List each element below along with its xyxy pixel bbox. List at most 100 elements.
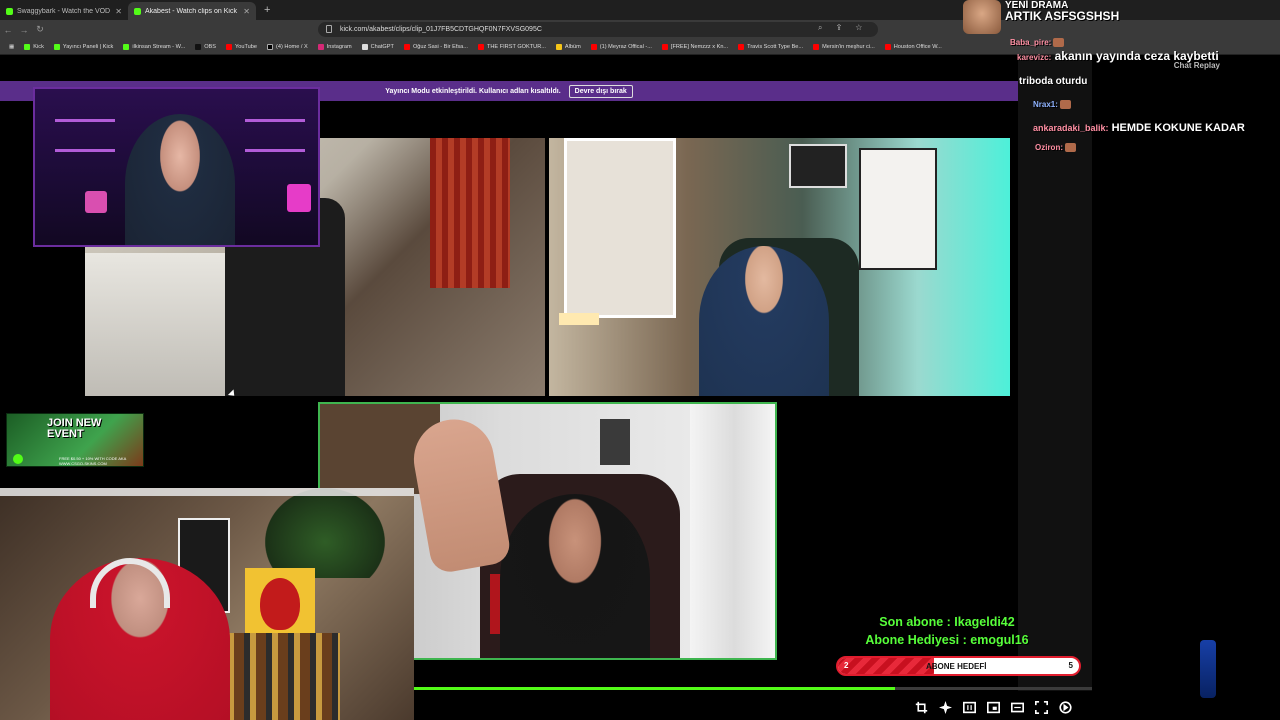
chat-message: Baba_pire: bbox=[1010, 38, 1065, 48]
chat-message: Oziron: bbox=[1035, 143, 1076, 153]
fullscreen-icon[interactable] bbox=[1032, 698, 1050, 716]
bookmark[interactable]: Mersin'in meşhur ci... bbox=[808, 43, 880, 50]
bookmark[interactable]: [FREE] Nemzzz x Kn... bbox=[657, 43, 733, 50]
bookmark-favicon-icon bbox=[361, 43, 368, 50]
poster-scene bbox=[600, 419, 630, 465]
curtain-scene bbox=[690, 404, 775, 658]
bookmark[interactable]: Oğuz Sasi - Bir Efsa... bbox=[399, 43, 473, 50]
site-info-icon[interactable] bbox=[326, 25, 332, 33]
crop-icon[interactable] bbox=[912, 698, 930, 716]
chat-message: ankaradaki_balik: HEMDE KOKUNE KADAR bbox=[1033, 122, 1245, 134]
bookmark-favicon-icon bbox=[53, 43, 60, 50]
bookmark-favicon-icon bbox=[195, 43, 202, 50]
bookmark[interactable]: Kick bbox=[19, 43, 49, 50]
streamer-webcam bbox=[0, 488, 414, 720]
chat-message: triboda oturdu bbox=[1019, 76, 1088, 87]
url-field[interactable]: kick.com/akabest/clips/clip_01J7FB5CDTGH… bbox=[318, 22, 878, 37]
sparkle-icon[interactable] bbox=[936, 698, 954, 716]
reload-icon[interactable]: ↻ bbox=[32, 24, 48, 35]
mini-player-icon[interactable] bbox=[1008, 698, 1026, 716]
bookmark[interactable]: YouTube bbox=[221, 43, 262, 50]
torn-edge-frame bbox=[0, 488, 414, 496]
bookmark-favicon-icon bbox=[661, 43, 668, 50]
host-webcam bbox=[33, 87, 320, 247]
bookmark-favicon-icon bbox=[123, 43, 130, 50]
bookmark-favicon-icon bbox=[24, 43, 31, 50]
plant-scene bbox=[265, 488, 385, 578]
raised-hand-figure bbox=[407, 413, 513, 575]
settings-icon[interactable] bbox=[1056, 698, 1074, 716]
theater-icon[interactable] bbox=[960, 698, 978, 716]
gift-sub-text: Abone Hediyesi : emogul16 bbox=[865, 633, 1029, 647]
shelf bbox=[245, 149, 305, 152]
emote-icon bbox=[1059, 100, 1071, 110]
bed-scene bbox=[85, 253, 235, 396]
bookmark[interactable]: Houston Office W... bbox=[880, 43, 947, 50]
sub-goal-target: 5 bbox=[1068, 661, 1073, 670]
emote-icon bbox=[1053, 38, 1065, 48]
bookmark[interactable]: (1) Meyraz Offical -... bbox=[586, 43, 657, 50]
bookmark[interactable]: OBS bbox=[190, 43, 221, 50]
close-tab-icon[interactable]: ✕ bbox=[243, 7, 250, 16]
ad-title: JOIN NEW EVENT bbox=[47, 417, 102, 440]
new-tab-button[interactable]: + bbox=[256, 4, 278, 16]
video-progress-fill bbox=[414, 687, 896, 690]
sub-goal-label: ABONE HEDEFİ bbox=[926, 662, 987, 671]
back-icon[interactable]: ← bbox=[0, 25, 16, 35]
chat-message: Nrax1: bbox=[1033, 100, 1071, 110]
guest-camera-2 bbox=[549, 138, 1010, 396]
chat-message: ARTIK ASFSGSHSH bbox=[1005, 9, 1120, 23]
bookmark[interactable]: THE FIRST GOKTUR... bbox=[473, 43, 551, 50]
sponsor-logo-icon bbox=[13, 454, 23, 464]
person-figure bbox=[500, 494, 650, 658]
disable-streamer-mode-button[interactable]: Devre dışı bırak bbox=[568, 84, 633, 98]
sub-goal-fill bbox=[838, 658, 935, 674]
bookmark[interactable]: Travis Scott Type Be... bbox=[733, 43, 808, 50]
person-figure bbox=[125, 114, 235, 245]
curtain-scene bbox=[430, 138, 510, 288]
sub-alert: Son abone : Ikageldi42 Abone Hediyesi : … bbox=[862, 613, 1032, 649]
neon-light-scene bbox=[287, 184, 311, 212]
ad-subtitle: FREE $0.50 + 10% WITH CODE AKA WWW.CSGO-S… bbox=[59, 456, 127, 466]
lamp-scene bbox=[559, 313, 599, 325]
tab-label: Swaggybark - Watch the VOD on Kic bbox=[17, 7, 111, 15]
sub-goal-current: 2 bbox=[844, 661, 849, 670]
close-tab-icon[interactable]: ✕ bbox=[115, 7, 122, 16]
apps-grid-icon[interactable]: ▦ bbox=[4, 44, 19, 50]
bookmark-favicon-icon bbox=[267, 43, 274, 50]
bookmark-favicon-icon bbox=[403, 43, 410, 50]
bookmark-favicon-icon bbox=[477, 43, 484, 50]
shelf bbox=[245, 119, 305, 122]
player-controls bbox=[912, 698, 1074, 716]
blue-light-scene bbox=[1200, 640, 1216, 698]
kick-favicon-icon bbox=[6, 7, 13, 15]
neon-light-scene bbox=[85, 191, 107, 213]
kick-favicon-icon bbox=[134, 7, 141, 15]
emote-icon bbox=[1065, 143, 1076, 153]
browser-tab[interactable]: Swaggybark - Watch the VOD on Kic ✕ bbox=[0, 2, 128, 20]
tab-label: Akabest - Watch clips on Kick bbox=[145, 7, 237, 15]
bookmark[interactable]: Yayıncı Paneli | Kick bbox=[49, 43, 118, 50]
shelf bbox=[55, 149, 115, 152]
pip-icon[interactable] bbox=[984, 698, 1002, 716]
bookmark[interactable]: (4) Home / X bbox=[262, 43, 313, 50]
sub-goal-bar: 2 ABONE HEDEFİ 5 bbox=[836, 656, 1081, 676]
browser-tab-active[interactable]: Akabest - Watch clips on Kick ✕ bbox=[128, 2, 256, 20]
folder-icon bbox=[555, 43, 562, 50]
emote-avatar-icon bbox=[963, 0, 1001, 34]
bookmark[interactable]: Albüm bbox=[551, 43, 586, 50]
bookmark-favicon-icon bbox=[317, 43, 324, 50]
sponsor-ad[interactable]: JOIN NEW EVENT FREE $0.50 + 10% WITH CODE… bbox=[6, 413, 144, 467]
bookmark[interactable]: Instagram bbox=[313, 43, 357, 50]
door-scene bbox=[564, 138, 676, 318]
bookmark-favicon-icon bbox=[738, 43, 745, 50]
screen: Swaggybark - Watch the VOD on Kic ✕ Akab… bbox=[0, 0, 1280, 720]
bookmark[interactable]: ChatGPT bbox=[357, 43, 399, 50]
video-progress-bar[interactable] bbox=[414, 687, 1092, 690]
url-text: kick.com/akabest/clips/clip_01J7FB5CDTGH… bbox=[340, 26, 542, 33]
url-action-icons[interactable]: ⌕ ⇪ ☆ bbox=[818, 23, 868, 33]
photo-frame-scene bbox=[789, 144, 847, 188]
forward-icon[interactable]: → bbox=[16, 25, 32, 35]
bookmark-favicon-icon bbox=[813, 43, 820, 50]
bookmark[interactable]: ilkinsan Stream - W... bbox=[118, 43, 190, 50]
